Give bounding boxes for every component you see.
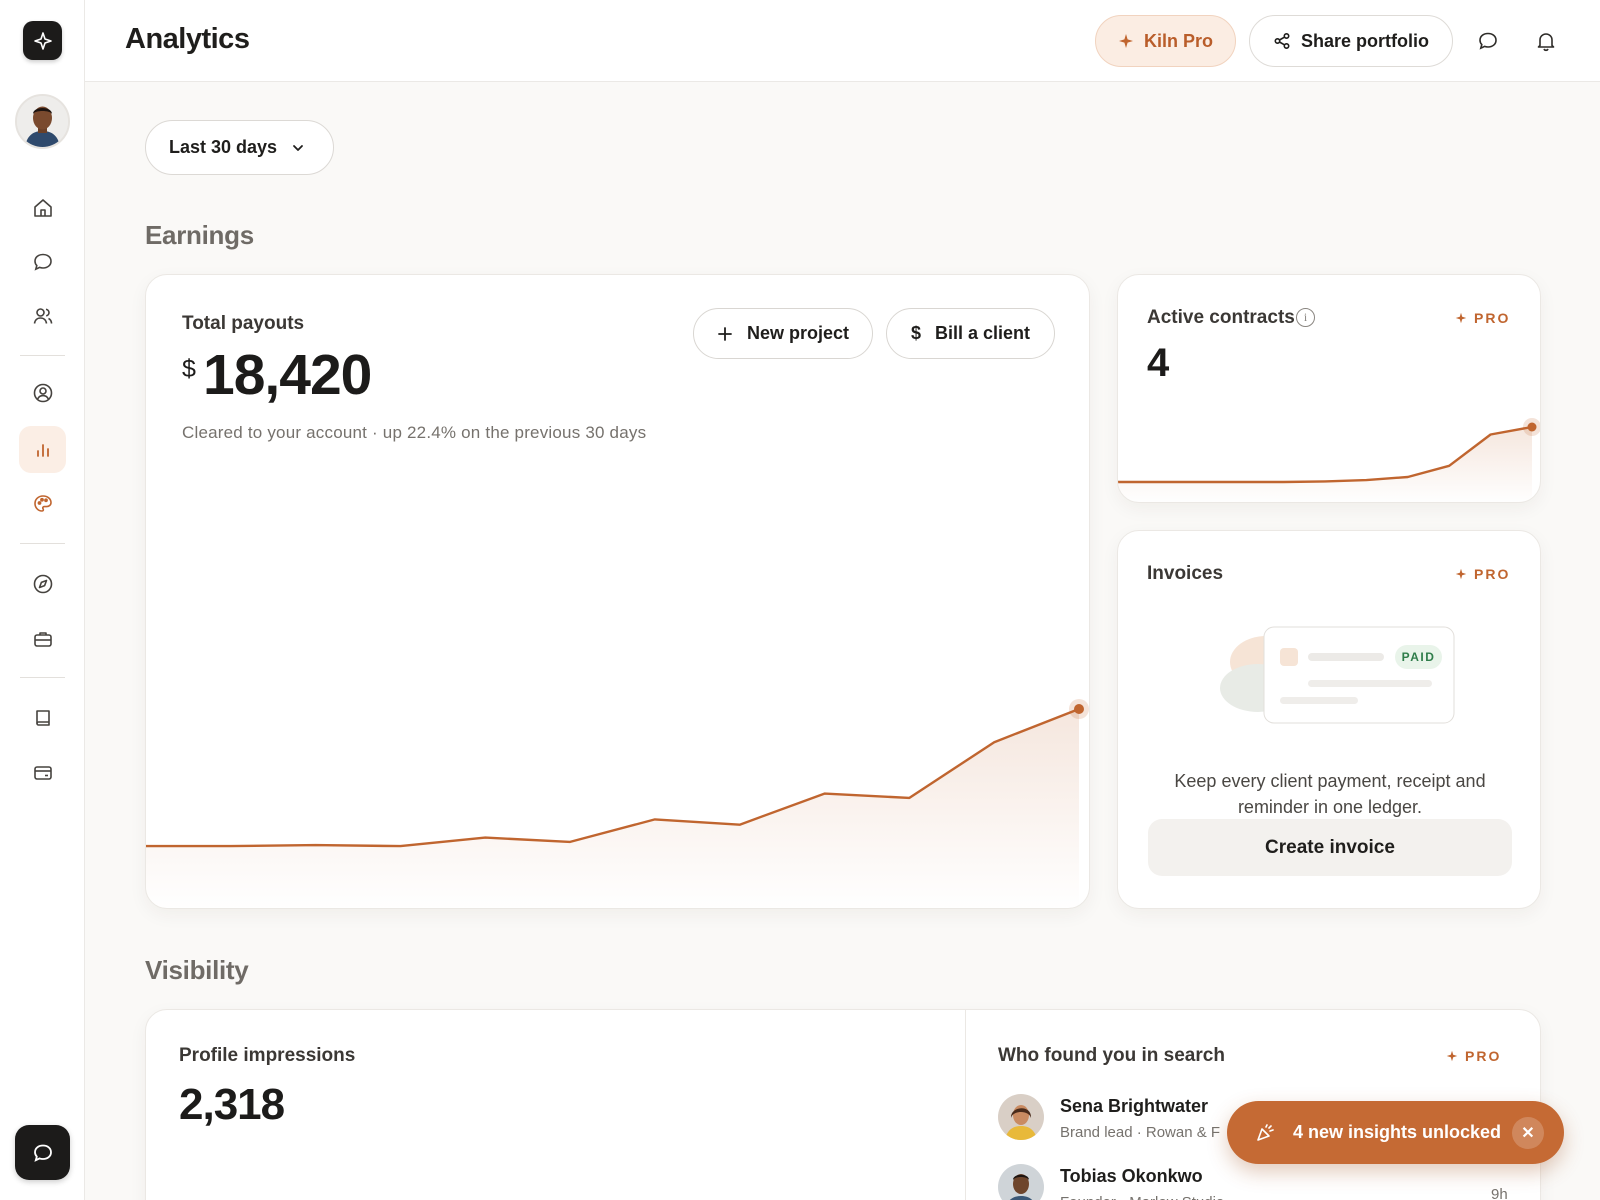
kiln-pro-button[interactable]: Kiln Pro (1095, 15, 1236, 67)
book-icon[interactable] (19, 694, 66, 741)
pro-badge: PRO (1446, 1048, 1501, 1064)
top-bar: Analytics Kiln Pro Share portfolio (85, 0, 1600, 82)
date-range-label: Last 30 days (169, 137, 278, 157)
impressions-title: Profile impressions (179, 1045, 356, 1066)
trend-point-latest (1527, 422, 1537, 432)
share-portfolio-button[interactable]: Share portfolio (1249, 15, 1453, 67)
person-name: Tobias Okonkwo (1060, 1166, 1203, 1186)
chevron-down-icon (293, 144, 303, 151)
kiln-pro-label: Kiln Pro (1143, 30, 1213, 51)
insights-toast[interactable]: 4 new insights unlocked ✕ (1227, 1101, 1564, 1164)
search-person[interactable]: Sena Brightwater Brand lead · Rowan & F (998, 1094, 1220, 1141)
trend-area (146, 709, 1079, 908)
toast-label: 4 new insights unlocked (1293, 1122, 1502, 1142)
visibility-heading: Visibility (145, 955, 249, 985)
page-title: Analytics (125, 23, 250, 55)
person-time: 9h (1491, 1186, 1508, 1200)
trend-area (1118, 427, 1532, 502)
bar-chart-icon[interactable] (19, 426, 66, 473)
profile-icon[interactable] (19, 369, 66, 416)
pro-label: PRO (1474, 566, 1511, 582)
sidebar (0, 0, 85, 1200)
person-role: Founder · Marlow Studio (1060, 1194, 1224, 1200)
sparkle-logo-icon[interactable] (23, 21, 62, 60)
share-icon (1274, 32, 1290, 50)
nav-divider (20, 355, 65, 356)
briefcase-icon[interactable] (19, 615, 66, 662)
palette-icon[interactable] (19, 480, 66, 527)
avatar[interactable] (15, 94, 70, 149)
search-person[interactable]: Tobias Okonkwo Founder · Marlow Studio (998, 1164, 1224, 1200)
wallet-icon[interactable] (19, 749, 66, 796)
person-name: Sena Brightwater (1060, 1096, 1209, 1116)
paid-badge: PAID (1402, 650, 1436, 664)
date-range-select[interactable]: Last 30 days (145, 120, 334, 175)
payouts-trend-chart (146, 699, 1089, 908)
avatar (998, 1094, 1044, 1140)
pro-label: PRO (1465, 1048, 1502, 1064)
create-invoice-button[interactable]: Create invoice (1148, 819, 1512, 876)
home-icon[interactable] (19, 184, 66, 231)
invoices-title: Invoices (1147, 563, 1224, 584)
avatar (998, 1164, 1044, 1200)
close-icon[interactable]: ✕ (1512, 1117, 1544, 1149)
invoices-card: Invoices PRO PAID Keep every client paym… (1117, 530, 1541, 909)
impressions-value: 2,318 (179, 1080, 285, 1129)
nav-divider (20, 543, 65, 544)
share-portfolio-label: Share portfolio (1300, 30, 1429, 51)
contracts-trend-chart (1118, 418, 1540, 502)
sparkle-icon (1118, 34, 1133, 48)
pro-badge: PRO (1455, 566, 1510, 582)
compass-icon[interactable] (19, 560, 66, 607)
nav-divider (20, 677, 65, 678)
invoices-description: Keep every client payment, receipt and r… (1174, 771, 1486, 817)
sparkle-icon (1455, 568, 1467, 580)
total-payouts-card: Total payouts $ 18,420 Cleared to your a… (145, 274, 1090, 909)
messages-icon[interactable] (1472, 25, 1504, 57)
chat-fab-icon[interactable] (15, 1125, 70, 1180)
bell-icon[interactable] (1530, 25, 1562, 57)
trend-point-latest (1074, 704, 1084, 714)
sparkle-icon (1446, 1050, 1458, 1062)
person-role: Brand lead · Rowan & F (1060, 1124, 1221, 1141)
chat-icon[interactable] (19, 238, 66, 285)
users-icon[interactable] (19, 292, 66, 339)
invoice-illustration: PAID (1220, 626, 1455, 724)
search-title: Who found you in search (998, 1045, 1225, 1066)
active-contracts-card: Active contracts i PRO 4 (1117, 274, 1541, 503)
party-popper-icon (1257, 1123, 1274, 1141)
earnings-heading: Earnings (145, 220, 254, 250)
